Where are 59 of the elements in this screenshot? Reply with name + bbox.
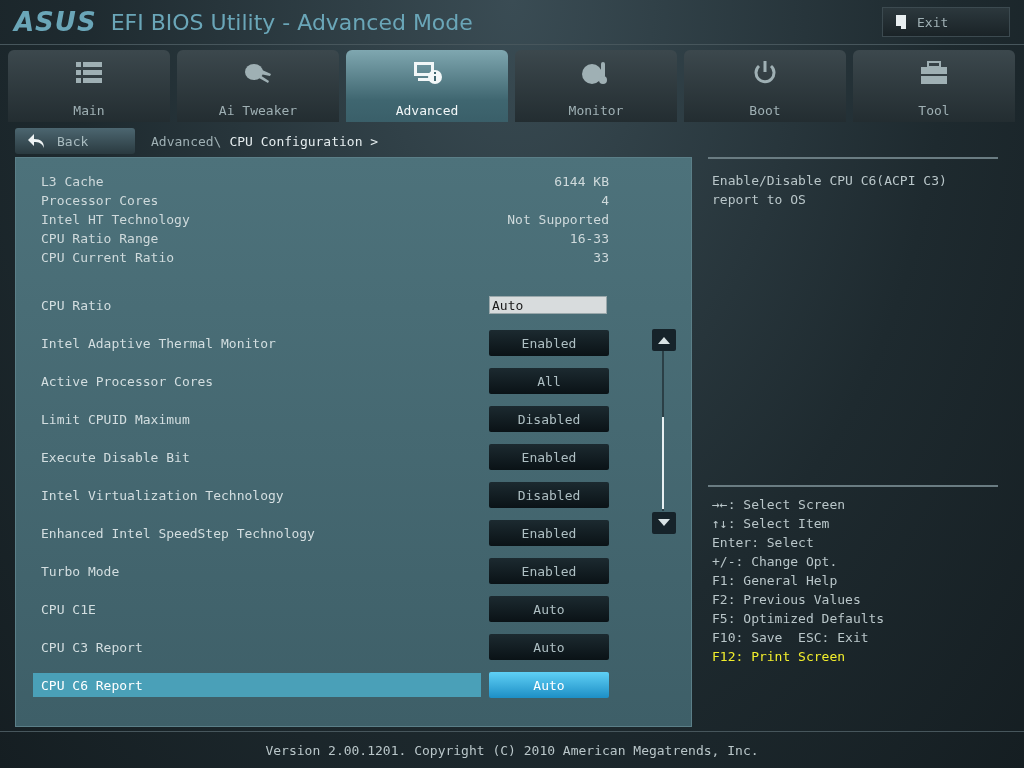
info-value: 6144 KB [554,174,609,189]
setting-label[interactable]: CPU C3 Report [33,635,481,659]
setting-label[interactable]: Intel Adaptive Thermal Monitor [33,331,481,355]
toolbox-icon [919,60,949,86]
info-value: 33 [593,250,609,265]
back-button[interactable]: Back [15,128,135,154]
setting-label[interactable]: Execute Disable Bit [33,445,481,469]
option-button[interactable]: Enabled [489,558,609,584]
key-hint: F2: Previous Values [712,591,862,609]
info-label: CPU Current Ratio [41,250,175,265]
setting-label[interactable]: Enhanced Intel SpeedStep Technology [33,521,481,545]
key-hint: F5: Optimized Defaults [712,610,886,628]
info-value: 16-33 [569,231,609,246]
exit-button[interactable]: Exit [882,7,1010,37]
key-hint: F10: Save ESC: Exit [712,629,870,647]
info-value: 4 [601,193,609,208]
key-hint: F1: General Help [712,572,839,590]
door-icon [895,14,907,30]
key-hint: →←: Select Screen [712,496,847,514]
option-button[interactable]: Disabled [489,482,609,508]
setting-label[interactable]: Active Processor Cores [33,369,481,393]
info-label: Intel HT Technology [41,212,190,227]
tab[interactable]: Main [8,50,170,122]
window-title: EFI BIOS Utility - Advanced Mode [110,9,474,35]
key-hint: Enter: Select [712,534,815,552]
info-label: CPU Ratio Range [41,231,159,246]
tab[interactable]: Ai Tweaker [177,50,339,122]
tab[interactable]: Monitor [515,50,677,122]
scrollbar-drawing[interactable] [651,329,677,535]
help-text: Enable/Disable CPU C6(ACPI C3) report to OS [712,172,948,209]
setting-label[interactable]: Intel Virtualization Technology [33,483,481,507]
setting-label[interactable]: Turbo Mode [33,559,481,583]
setting-label[interactable]: CPU Ratio [33,293,481,317]
option-button[interactable]: Disabled [489,406,609,432]
setting-label[interactable]: Limit CPUID Maximum [33,407,481,431]
key-hint: F12: Print Screen [712,648,847,666]
option-button[interactable]: Enabled [489,444,609,470]
info-label: Processor Cores [41,193,159,208]
option-button[interactable]: Enabled [489,520,609,546]
brand-logo: ASUS [14,7,97,37]
ratio-input-field[interactable]: Auto [489,296,607,314]
tab[interactable]: Boot [684,50,846,122]
option-button[interactable]: All [489,368,609,394]
back-arrow-icon [27,133,45,149]
option-button[interactable]: Auto [489,634,609,660]
tab[interactable]: Tool [853,50,1015,122]
tab[interactable]: Advanced [346,50,508,122]
breadcrumb-path[interactable]: Advanced\ [151,133,222,149]
setting-label[interactable]: CPU C1E [33,597,481,621]
key-hint: ↑↓: Select Item [712,515,831,533]
key-hint: +/-: Change Opt. [712,553,839,571]
version-text: Version 2.00.1201. Copyright (C) 2010 American Megatrends, Inc. [265,742,759,758]
option-button[interactable]: Enabled [489,330,609,356]
breadcrumb-current: CPU Configuration > [229,133,379,149]
monitor-info-icon [412,60,442,86]
info-label: L3 Cache [41,174,104,189]
info-value: Not Supported [507,212,609,227]
list-icon [74,60,104,86]
option-button[interactable]: Auto [489,596,609,622]
